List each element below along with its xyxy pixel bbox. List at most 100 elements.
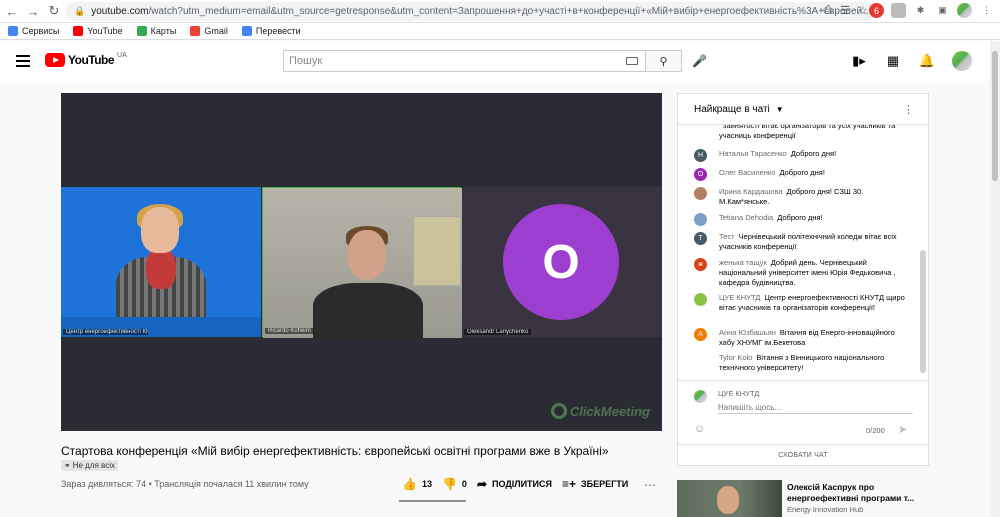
chat-author: Анна Юзбашьян	[719, 328, 776, 337]
chat-message: ж женька тащук Добрий день. Чернівецький н…	[694, 258, 908, 288]
video-thumbnail[interactable]	[677, 480, 782, 517]
chat-message: А Анна Юзбашьян Вітання від Енерго-інновац…	[694, 328, 908, 348]
header-actions: ▮▸ ▦ 🔔	[850, 51, 972, 71]
keyboard-icon[interactable]	[626, 57, 638, 65]
back-icon[interactable]: ←	[3, 2, 21, 20]
participant-tile: Центр енергоефективності КНУТД	[61, 187, 261, 337]
search-button[interactable]: ⚲	[646, 50, 682, 72]
chat-scrollbar[interactable]	[920, 250, 926, 373]
address-bar[interactable]: 🔒 youtube.com /watch?utm_medium=email&ut…	[66, 2, 876, 21]
bookmark-item[interactable]: Перевести	[241, 26, 301, 36]
extension-icon[interactable]: ▣	[935, 3, 950, 18]
chat-message: О Олег Василенко Доброго дня!	[694, 168, 908, 181]
chat-message: зайнятості вітає організаторів та усіх у…	[694, 125, 908, 141]
browser-toolbar: ← → ↻ 🔒 youtube.com /watch?utm_medium=em…	[0, 0, 1000, 23]
send-icon[interactable]: ➤	[898, 423, 907, 436]
participant-video	[116, 204, 206, 337]
extension-icon[interactable]: 6	[869, 3, 884, 18]
hide-chat-button[interactable]: СХОВАТИ ЧАТ	[678, 444, 928, 466]
caret-down-icon[interactable]: ▼	[776, 105, 784, 114]
puzzle-icon[interactable]: ✱	[913, 3, 928, 18]
video-player[interactable]: Центр енергоефективності КНУТД Ricardo K…	[61, 93, 662, 431]
more-actions-icon[interactable]: ⋯	[644, 478, 656, 492]
install-icon[interactable]: ⎙	[823, 4, 832, 17]
bookmark-item[interactable]: YouTube	[73, 26, 123, 36]
chat-message: Т Тест Чернівецький політехнічний коледж в…	[694, 232, 908, 252]
chat-text: Доброго дня!	[790, 149, 837, 158]
gmail-icon	[190, 26, 201, 36]
translate-icon	[241, 26, 252, 36]
chat-author: Олег Василенко	[719, 168, 776, 177]
youtube-logo[interactable]: YouTube UA	[45, 52, 127, 67]
avatar	[694, 353, 707, 366]
notifications-bell-icon[interactable]: 🔔	[918, 52, 936, 70]
chat-messages: зайнятості вітає організаторів та усіх у…	[678, 125, 928, 375]
chat-author: Tetiana Dehodia	[719, 213, 774, 222]
menu-kebab-icon[interactable]: ⋮	[979, 3, 994, 18]
avatar	[694, 293, 707, 306]
bookmark-item[interactable]: Карты	[136, 26, 176, 36]
chat-author: Tylor Kolo	[719, 353, 753, 362]
extensions: 6 ✱ ▣ ⋮	[869, 3, 994, 18]
view-info: Зараз дивляться: 74 • Трансляція почалас…	[61, 479, 309, 489]
url-path: /watch?utm_medium=email&utm_source=getre…	[148, 6, 876, 17]
related-video-channel[interactable]: Energy Innovation Hub	[787, 505, 863, 514]
like-button[interactable]: 👍 13	[402, 477, 432, 491]
avatar	[694, 213, 707, 226]
bookmark-item[interactable]: Gmail	[190, 26, 228, 36]
translate-icon[interactable]: ☰	[840, 4, 850, 17]
lock-icon: 🔒	[74, 6, 86, 16]
chat-message: Н Наталья Тарасенко Доброго дня!	[694, 149, 908, 162]
chat-text: Доброго дня!	[779, 168, 825, 177]
chat-author: Ирина Кардашова	[719, 187, 783, 196]
profile-avatar[interactable]	[957, 3, 972, 18]
hamburger-menu-icon[interactable]	[16, 55, 30, 67]
thumbs-down-icon: 👎	[441, 477, 457, 491]
url-host: youtube.com	[91, 6, 149, 17]
chat-author: ЦУЕ КНУТД	[719, 293, 761, 302]
page-scrollbar[interactable]	[990, 41, 1000, 517]
emoji-icon[interactable]: ☺	[694, 423, 705, 435]
microphone-icon[interactable]: 🎤	[692, 54, 707, 68]
search-input[interactable]: Пошук	[283, 50, 646, 72]
chat-mode-select[interactable]: Найкраще в чаті	[694, 104, 770, 115]
related-video-title[interactable]: Олексій Каспрук про енергоефективні прог…	[787, 482, 927, 504]
chat-text: Доброго дня!	[777, 213, 823, 222]
create-video-icon[interactable]: ▮▸	[850, 52, 868, 70]
participant-label: Oleksandr Lanychenko	[464, 329, 532, 335]
omnibox-actions: ⎙ ☰ ☆	[823, 4, 868, 17]
chat-message-input[interactable]	[718, 401, 913, 414]
scrollbar-thumb[interactable]	[992, 51, 998, 181]
forward-icon[interactable]: →	[24, 2, 42, 20]
avatar: О	[694, 168, 707, 181]
avatar[interactable]	[952, 51, 972, 71]
participant-label: Центр енергоефективності КНУТД	[63, 329, 148, 335]
extension-icon[interactable]	[891, 3, 906, 18]
like-ratio-bar	[399, 500, 466, 502]
avatar: ж	[694, 258, 707, 271]
chat-message: Ирина Кардашова Доброго дня! СЗШ 30. М.Ка…	[694, 187, 908, 207]
youtube-icon	[73, 26, 84, 36]
chat-author: Тест	[719, 232, 735, 241]
avatar: А	[694, 328, 707, 341]
dislike-button[interactable]: 👎 0	[442, 477, 467, 491]
share-button[interactable]: ➦ ПОДІЛИТИСЯ	[477, 477, 552, 491]
participant-avatar: O	[503, 204, 619, 320]
playlist-add-icon: ≡+	[561, 477, 576, 491]
play-icon	[45, 53, 65, 67]
reload-icon[interactable]: ↻	[45, 2, 63, 20]
live-chat: Найкраще в чаті ▼ ⋮ зайнятості вітає орг…	[677, 93, 929, 466]
avatar	[694, 390, 707, 403]
save-button[interactable]: ≡+ ЗБЕРЕГТИ	[562, 477, 628, 491]
video-title: Стартова конференція «Мій вибір енергефе…	[61, 444, 609, 458]
related-video[interactable]: Олексій Каспрук про енергоефективні прог…	[677, 480, 929, 517]
participant-tile: O Oleksandr Lanychenko	[462, 187, 662, 337]
apps-grid-icon[interactable]: ▦	[884, 52, 902, 70]
chat-menu-icon[interactable]: ⋮	[903, 103, 914, 116]
avatar: Н	[694, 149, 707, 162]
chat-text: Чернівецький політехнічний коледж вітає …	[719, 232, 897, 251]
avatar: Т	[694, 232, 707, 245]
bookmark-item[interactable]: Сервисы	[8, 26, 59, 36]
unlisted-badge: ⚭ Не для всіх	[61, 460, 118, 471]
bookmark-star-icon[interactable]: ☆	[858, 4, 868, 17]
